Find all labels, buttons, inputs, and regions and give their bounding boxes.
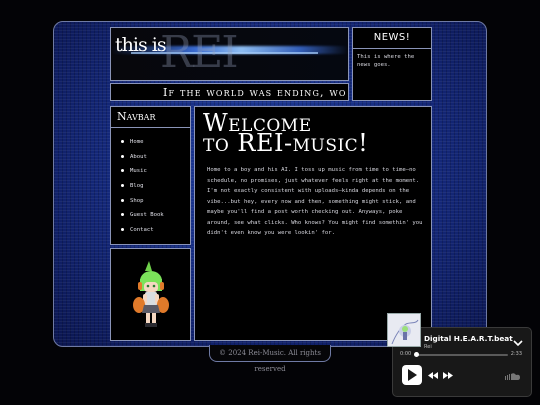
bullet-icon [121,154,124,158]
rewind-icon[interactable] [428,372,438,379]
album-art-image [388,314,420,346]
site-frame: REI this is NEWS! This is where the news… [53,21,487,347]
header-banner: REI this is [110,27,349,81]
album-art[interactable] [387,313,421,347]
bullet-icon [121,228,124,232]
nav-list: Home About Music Blog Shop Guest Book Co… [111,128,190,239]
nav-item-contact[interactable]: Contact [121,224,190,239]
chevron-down-icon[interactable] [512,333,524,347]
progress-bar[interactable] [416,354,508,356]
news-panel: NEWS! This is where the news goes. [352,27,432,101]
navbar: Navbar Home About Music Blog Shop Guest … [110,106,191,245]
marquee-text: If the world was ending, wo [163,86,347,99]
bullet-icon [121,184,124,188]
time-total: 2:33 [510,351,522,357]
main-content: Welcome to REI-music! Home to a boy and h… [194,106,432,341]
bullet-icon [121,213,124,217]
logo-big-text: REI [160,27,239,78]
bullet-icon [121,198,124,202]
nav-item-shop[interactable]: Shop [121,195,190,210]
nav-item-label: Shop [130,197,144,204]
time-current: 0:00 [400,351,412,357]
play-icon [408,369,417,381]
nav-item-label: Music [130,168,147,175]
mascot-image [133,261,169,327]
heading-line-2: to REI-music! [203,129,369,157]
soundcloud-icon[interactable] [505,372,521,380]
footer: © 2024 Rei-Music. All rights reserved [209,345,331,373]
nav-item-label: Contact [130,227,154,234]
nav-item-label: Home [130,139,144,145]
nav-item-label: Guest Book [130,212,164,219]
welcome-text: Home to a boy and his AI. I toss up musi… [207,167,423,236]
logo-small-text: this is [115,34,167,56]
news-body: This is where the news goes. [357,54,415,68]
nav-item-about[interactable]: About [121,151,190,166]
welcome-heading: Welcome to REI-music! [203,111,368,155]
mascot-panel [110,248,191,341]
nav-item-blog[interactable]: Blog [121,180,190,195]
bullet-icon [121,169,124,173]
nav-item-music[interactable]: Music [121,165,190,180]
navbar-title: Navbar [111,107,190,128]
bullet-icon [121,140,124,143]
play-button[interactable] [402,365,422,385]
marquee-banner: If the world was ending, wo [110,83,349,101]
progress-knob[interactable] [414,352,419,357]
track-artist: Rei [424,344,432,350]
fast-forward-icon[interactable] [443,372,453,379]
track-title: Digital H.E.A.R.T.beat [424,334,513,343]
nav-item-label: About [130,153,147,160]
nav-item-label: Blog [130,183,144,190]
news-title: NEWS! [353,28,431,49]
nav-item-guest-book[interactable]: Guest Book [121,209,190,224]
nav-item-home[interactable]: Home [121,136,190,151]
